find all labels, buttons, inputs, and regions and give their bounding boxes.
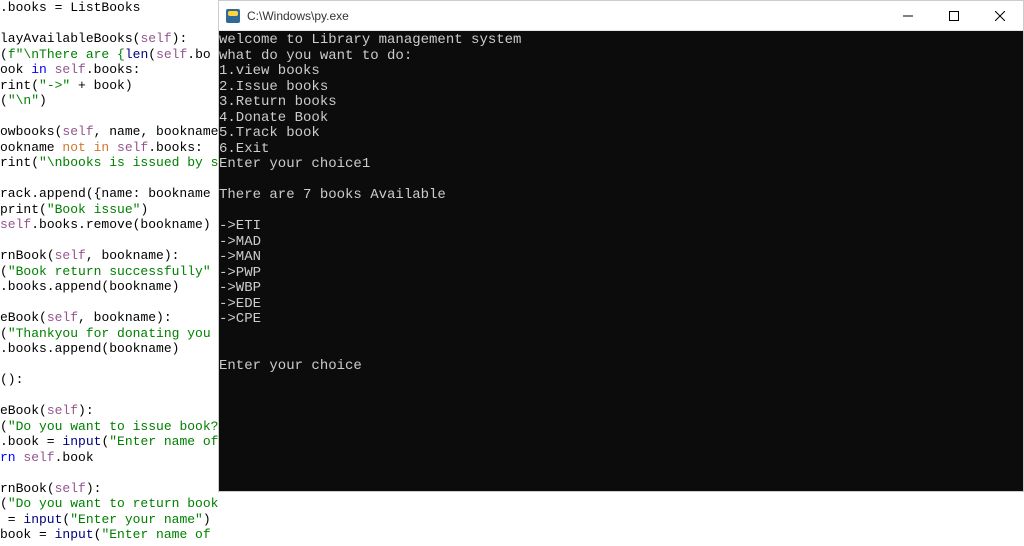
terminal-output[interactable]: welcome to Library management systemwhat… <box>219 31 1023 491</box>
code-line: .books.append(bookname) <box>0 341 218 357</box>
code-line: ookname not in self.books: <box>0 140 218 156</box>
code-line: (f"\nThere are {len(self.bo <box>0 47 218 63</box>
minimize-button[interactable] <box>885 1 931 31</box>
code-line <box>0 388 218 404</box>
terminal-line: 2.Issue books <box>219 80 1023 96</box>
code-line: ("Thankyou for donating you <box>0 326 218 342</box>
terminal-line: ->CPE <box>219 312 1023 328</box>
window-controls <box>885 1 1023 31</box>
code-line <box>0 16 218 32</box>
code-editor-panel[interactable]: .books = ListBooks layAvailableBooks(sel… <box>0 0 218 546</box>
terminal-line: 5.Track book <box>219 126 1023 142</box>
terminal-line: ->PWP <box>219 266 1023 282</box>
code-line <box>0 171 218 187</box>
code-line <box>0 233 218 249</box>
terminal-line: ->ETI <box>219 219 1023 235</box>
code-line: self.books.remove(bookname) <box>0 217 218 233</box>
terminal-line: ->MAD <box>219 235 1023 251</box>
code-line <box>0 465 218 481</box>
terminal-line <box>219 328 1023 344</box>
terminal-line <box>219 204 1023 220</box>
code-line: ("Do you want to return book?") <box>0 496 218 512</box>
code-line: ("\n") <box>0 93 218 109</box>
terminal-line: There are 7 books Available <box>219 188 1023 204</box>
code-line <box>0 295 218 311</box>
code-line: rack.append({name: bookname <box>0 186 218 202</box>
code-line: rint("\nbooks is issued by s <box>0 155 218 171</box>
code-line: rnBook(self, bookname): <box>0 248 218 264</box>
terminal-line: ->EDE <box>219 297 1023 313</box>
terminal-line <box>219 173 1023 189</box>
code-line: eBook(self): <box>0 403 218 419</box>
close-button[interactable] <box>977 1 1023 31</box>
window-titlebar[interactable]: C:\Windows\py.exe <box>219 1 1023 31</box>
code-line: book = input("Enter name of the book tha… <box>0 527 218 543</box>
code-line: eBook(self, bookname): <box>0 310 218 326</box>
terminal-line: 4.Donate Book <box>219 111 1023 127</box>
terminal-line: Enter your choice <box>219 359 1023 375</box>
terminal-line <box>219 343 1023 359</box>
code-line: rnBook(self): <box>0 481 218 497</box>
code-line: .books.append(bookname) <box>0 279 218 295</box>
code-line: .books = ListBooks <box>0 0 218 16</box>
code-line: (): <box>0 372 218 388</box>
terminal-line: 6.Exit <box>219 142 1023 158</box>
code-line <box>0 357 218 373</box>
code-line: rn self.book <box>0 450 218 466</box>
terminal-line: 1.view books <box>219 64 1023 80</box>
code-line: ("Book return successfully" <box>0 264 218 280</box>
terminal-window: C:\Windows\py.exe welcome to Library man… <box>218 0 1024 492</box>
terminal-line: what do you want to do: <box>219 49 1023 65</box>
code-line: layAvailableBooks(self): <box>0 31 218 47</box>
code-line: .book = input("Enter name of <box>0 434 218 450</box>
terminal-line: Enter your choice1 <box>219 157 1023 173</box>
code-line: ("Do you want to issue book? <box>0 419 218 435</box>
maximize-button[interactable] <box>931 1 977 31</box>
terminal-line: ->MAN <box>219 250 1023 266</box>
code-line: rint("->" + book) <box>0 78 218 94</box>
terminal-line: welcome to Library management system <box>219 33 1023 49</box>
terminal-line: ->WBP <box>219 281 1023 297</box>
code-line: = input("Enter your name") <box>0 512 218 528</box>
code-line <box>0 109 218 125</box>
terminal-line: 3.Return books <box>219 95 1023 111</box>
window-title: C:\Windows\py.exe <box>247 9 349 23</box>
code-line: print("Book issue") <box>0 202 218 218</box>
code-line: ook in self.books: <box>0 62 218 78</box>
python-icon <box>225 8 241 24</box>
code-line: owbooks(self, name, bookname <box>0 124 218 140</box>
